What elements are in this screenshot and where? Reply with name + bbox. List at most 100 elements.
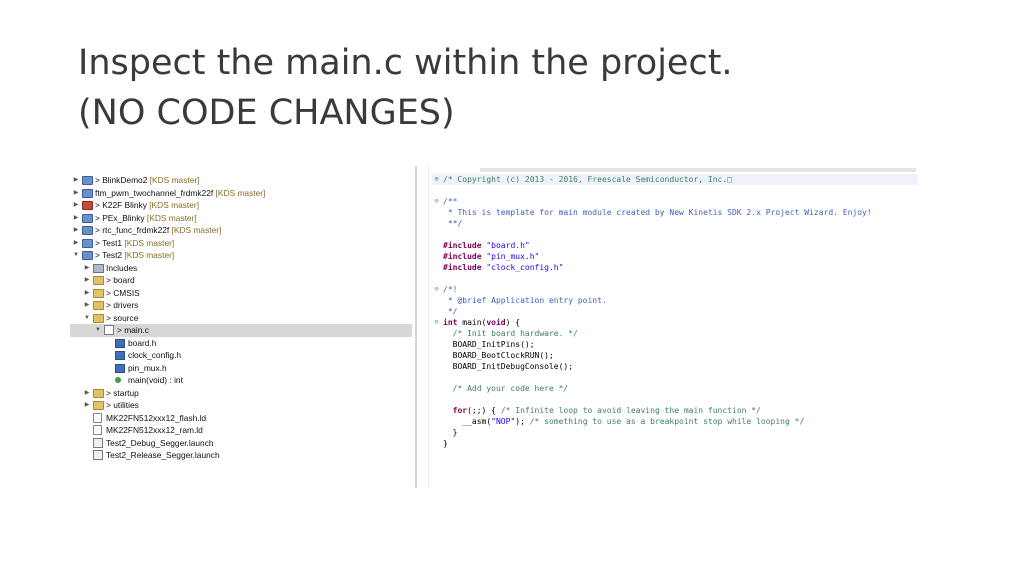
project-icon — [82, 238, 93, 248]
expand-arrow-icon[interactable]: ▶ — [72, 237, 80, 250]
code-line[interactable]: ⊕/* Copyright (c) 2013 - 2016, Freescale… — [432, 174, 918, 185]
header-file-icon — [115, 351, 125, 360]
pane-divider[interactable] — [415, 166, 417, 488]
tree-item-label: > BlinkDemo2 [KDS master] — [95, 175, 200, 185]
code-line[interactable]: * @brief Application entry point. — [432, 295, 918, 306]
tree-item[interactable]: ▶ > BlinkDemo2 [KDS master] — [70, 174, 412, 187]
expand-arrow-icon[interactable]: ▶ — [83, 262, 91, 275]
code-line[interactable] — [432, 372, 918, 383]
code-text: **/ — [443, 218, 462, 229]
tree-item-label: > source — [106, 312, 139, 323]
code-line[interactable]: __asm("NOP"); /* something to use as a b… — [432, 416, 918, 427]
code-line[interactable]: BOARD_InitDebugConsole(); — [432, 361, 918, 372]
tree-item[interactable]: ▶ > PEx_Blinky [KDS master] — [70, 212, 412, 225]
code-token: /* Add your code here */ — [443, 384, 569, 393]
tree-item-label: Test2_Release_Segger.launch — [106, 450, 220, 460]
function-icon — [115, 377, 121, 383]
includes-icon — [93, 263, 104, 273]
code-line[interactable]: BOARD_InitPins(); — [432, 339, 918, 350]
code-line[interactable]: #include "board.h" — [432, 240, 918, 251]
tree-item-label: > utilities — [106, 400, 139, 410]
code-text: /* Copyright (c) 2013 - 2016, Freescale … — [443, 174, 732, 185]
code-line[interactable] — [432, 394, 918, 405]
collapse-arrow-icon[interactable]: ▼ — [83, 312, 91, 325]
tree-item[interactable]: ▼ > Test2 [KDS master] — [70, 249, 412, 262]
code-line[interactable]: } — [432, 438, 918, 449]
expand-arrow-icon[interactable]: ▶ — [72, 199, 80, 212]
collapse-arrow-icon[interactable]: ▼ — [72, 249, 80, 262]
expand-arrow-icon[interactable]: ▶ — [83, 299, 91, 312]
tree-item[interactable]: ▼ > main.c — [70, 324, 412, 337]
tree-item[interactable]: ▶ > rtc_func_frdmk22f [KDS master] — [70, 224, 412, 237]
tree-item[interactable]: ▶ > Test1 [KDS master] — [70, 237, 412, 250]
launch-file-icon — [93, 437, 103, 448]
tree-item[interactable]: Test2_Release_Segger.launch — [70, 449, 412, 462]
code-token: BOARD_InitPins(); — [443, 340, 535, 349]
code-token: ); — [515, 417, 530, 426]
code-token: **/ — [443, 219, 463, 228]
tree-item[interactable]: main(void) : int — [70, 374, 412, 387]
code-line[interactable]: BOARD_BootClockRUN(); — [432, 350, 918, 361]
code-line[interactable]: ⊖/*! — [432, 284, 918, 295]
tree-item-label: > CMSIS — [106, 287, 140, 298]
code-text: * @brief Application entry point. — [443, 295, 607, 306]
expand-arrow-icon[interactable]: ▶ — [72, 212, 80, 225]
code-text: int main(void) { — [443, 317, 520, 328]
code-line[interactable]: for(;;) { /* Infinite loop to avoid leav… — [432, 405, 918, 416]
code-line[interactable]: /* Add your code here */ — [432, 383, 918, 394]
tree-item[interactable]: ▶ > K22F Blinky [KDS master] — [70, 199, 412, 212]
tree-item[interactable]: ▶ > drivers — [70, 299, 412, 312]
tree-item-label: Test2_Debug_Segger.launch — [106, 437, 214, 448]
collapse-arrow-icon[interactable]: ▼ — [94, 324, 102, 337]
code-editor[interactable]: ⊕/* Copyright (c) 2013 - 2016, Freescale… — [432, 174, 918, 449]
tree-item[interactable]: MK22FN512xxx12_flash.ld — [70, 412, 412, 425]
code-text: BOARD_InitPins(); — [443, 339, 535, 350]
code-line[interactable] — [432, 185, 918, 196]
tree-item-label: ftm_pwm_twochannel_frdmk22f [KDS master] — [95, 187, 266, 198]
code-text: for(;;) { /* Infinite loop to avoid leav… — [443, 405, 761, 416]
code-line[interactable] — [432, 229, 918, 240]
code-line[interactable]: */ — [432, 306, 918, 317]
code-line[interactable]: **/ — [432, 218, 918, 229]
fold-toggle-icon[interactable]: ⊖ — [432, 317, 441, 328]
tree-item[interactable]: Test2_Debug_Segger.launch — [70, 437, 412, 450]
tree-item[interactable]: ▶ > startup — [70, 387, 412, 400]
tree-item[interactable]: MK22FN512xxx12_ram.ld — [70, 424, 412, 437]
expand-arrow-icon[interactable]: ▶ — [83, 274, 91, 287]
tree-item[interactable]: ▶ > board — [70, 274, 412, 287]
tree-item-label: > main.c — [117, 325, 149, 335]
fold-toggle-icon[interactable]: ⊖ — [432, 196, 441, 207]
expand-arrow-icon[interactable]: ▶ — [72, 224, 80, 237]
tree-item[interactable]: ▶ Includes — [70, 262, 412, 275]
fold-toggle-icon[interactable]: ⊖ — [432, 284, 441, 295]
tree-item[interactable]: ▶ ftm_pwm_twochannel_frdmk22f [KDS master… — [70, 187, 412, 200]
code-line[interactable]: ⊖ int main(void) { — [432, 317, 918, 328]
tree-item[interactable]: board.h — [70, 337, 412, 350]
tree-item[interactable]: ▶ > CMSIS — [70, 287, 412, 300]
git-branch-tag: [KDS master] — [146, 200, 200, 210]
tree-item[interactable]: pin_mux.h — [70, 362, 412, 375]
linker-file-icon — [93, 425, 102, 435]
code-line[interactable]: #include "pin_mux.h" — [432, 251, 918, 262]
code-text: #include "board.h" — [443, 240, 530, 251]
expand-arrow-icon[interactable]: ▶ — [72, 174, 80, 187]
code-line[interactable]: #include "clock_config.h" — [432, 262, 918, 273]
expand-arrow-icon[interactable]: ▶ — [83, 387, 91, 400]
code-token: ) { — [505, 318, 521, 327]
fold-toggle-icon[interactable]: ⊕ — [432, 174, 441, 185]
code-line[interactable]: ⊖/** — [432, 196, 918, 207]
expand-arrow-icon[interactable]: ▶ — [72, 187, 80, 200]
code-line[interactable]: /* Init board hardware. */ — [432, 328, 918, 339]
code-line[interactable]: * This is template for main module creat… — [432, 207, 918, 218]
tree-item[interactable]: ▶ > utilities — [70, 399, 412, 412]
expand-arrow-icon[interactable]: ▶ — [83, 287, 91, 300]
code-line[interactable] — [432, 273, 918, 284]
code-line[interactable]: } — [432, 427, 918, 438]
project-icon — [82, 251, 93, 260]
editor-tab-bar — [480, 168, 916, 172]
expand-arrow-icon[interactable]: ▶ — [83, 399, 91, 412]
code-text: #include "pin_mux.h" — [443, 251, 539, 262]
tree-item[interactable]: ▼ > source — [70, 312, 412, 325]
tree-item[interactable]: clock_config.h — [70, 349, 412, 362]
